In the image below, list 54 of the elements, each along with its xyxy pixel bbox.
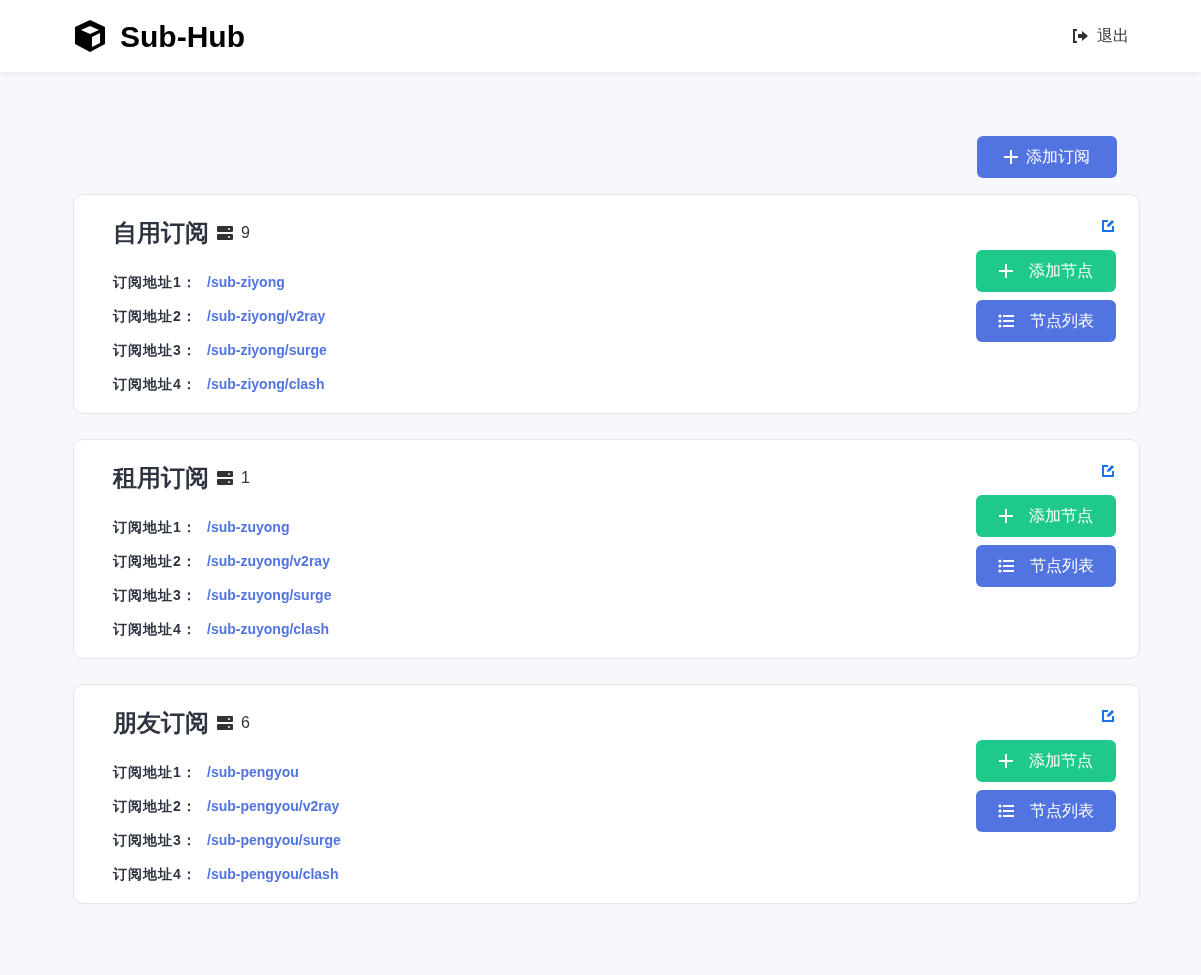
- edit-icon[interactable]: [1101, 709, 1115, 723]
- plus-icon: [1004, 150, 1018, 164]
- logout-icon: [1072, 29, 1089, 43]
- subscription-link[interactable]: /sub-zuyong/surge: [207, 584, 332, 606]
- address-label: 订阅地址3：: [113, 340, 198, 360]
- plus-icon: [999, 754, 1013, 768]
- plus-icon: [999, 264, 1013, 278]
- subscription-link[interactable]: /sub-ziyong/clash: [207, 373, 325, 395]
- address-label: 订阅地址1：: [113, 517, 198, 537]
- subscription-title: 自用订阅: [113, 218, 209, 248]
- server-icon: [217, 471, 233, 485]
- list-icon: [998, 314, 1014, 328]
- subscription-link[interactable]: /sub-zuyong/clash: [207, 618, 330, 640]
- list-icon: [998, 804, 1014, 818]
- address-label: 订阅地址3：: [113, 830, 198, 850]
- node-list-button[interactable]: 节点列表: [976, 790, 1116, 832]
- subscription-link[interactable]: /sub-zuyong/v2ray: [207, 550, 330, 572]
- subscription-link[interactable]: /sub-pengyou/v2ray: [207, 795, 340, 817]
- server-icon: [217, 226, 233, 240]
- node-count: 6: [241, 713, 250, 733]
- node-count: 9: [241, 223, 250, 243]
- logout-link[interactable]: 退出: [1072, 24, 1129, 48]
- server-icon: [217, 716, 233, 730]
- subscription-link[interactable]: /sub-ziyong/surge: [207, 339, 327, 361]
- subscription-title: 租用订阅: [113, 463, 209, 493]
- add-node-button[interactable]: 添加节点: [976, 495, 1116, 537]
- edit-icon[interactable]: [1101, 219, 1115, 233]
- address-label: 订阅地址4：: [113, 374, 198, 394]
- cube-logo-icon: [72, 18, 108, 54]
- node-list-button[interactable]: 节点列表: [976, 300, 1116, 342]
- subscription-title: 朋友订阅: [113, 708, 209, 738]
- node-count: 1: [241, 468, 250, 488]
- address-label: 订阅地址1：: [113, 272, 198, 292]
- subscription-link[interactable]: /sub-pengyou/surge: [207, 829, 341, 851]
- list-icon: [998, 559, 1014, 573]
- plus-icon: [999, 509, 1013, 523]
- subscription-link[interactable]: /sub-zuyong: [207, 516, 290, 538]
- address-label: 订阅地址2：: [113, 796, 198, 816]
- node-list-button[interactable]: 节点列表: [976, 545, 1116, 587]
- address-label: 订阅地址4：: [113, 864, 198, 884]
- brand-title: Sub-Hub: [120, 18, 245, 55]
- address-label: 订阅地址1：: [113, 762, 198, 782]
- add-subscription-button[interactable]: 添加订阅: [977, 136, 1117, 178]
- add-node-button[interactable]: 添加节点: [976, 740, 1116, 782]
- subscription-link[interactable]: /sub-ziyong: [207, 271, 285, 293]
- subscription-link[interactable]: /sub-ziyong/v2ray: [207, 305, 326, 327]
- subscription-link[interactable]: /sub-pengyou: [207, 761, 299, 783]
- address-label: 订阅地址2：: [113, 306, 198, 326]
- address-label: 订阅地址4：: [113, 619, 198, 639]
- edit-icon[interactable]: [1101, 464, 1115, 478]
- add-node-button[interactable]: 添加节点: [976, 250, 1116, 292]
- subscription-link[interactable]: /sub-pengyou/clash: [207, 863, 339, 885]
- address-label: 订阅地址2：: [113, 551, 198, 571]
- address-label: 订阅地址3：: [113, 585, 198, 605]
